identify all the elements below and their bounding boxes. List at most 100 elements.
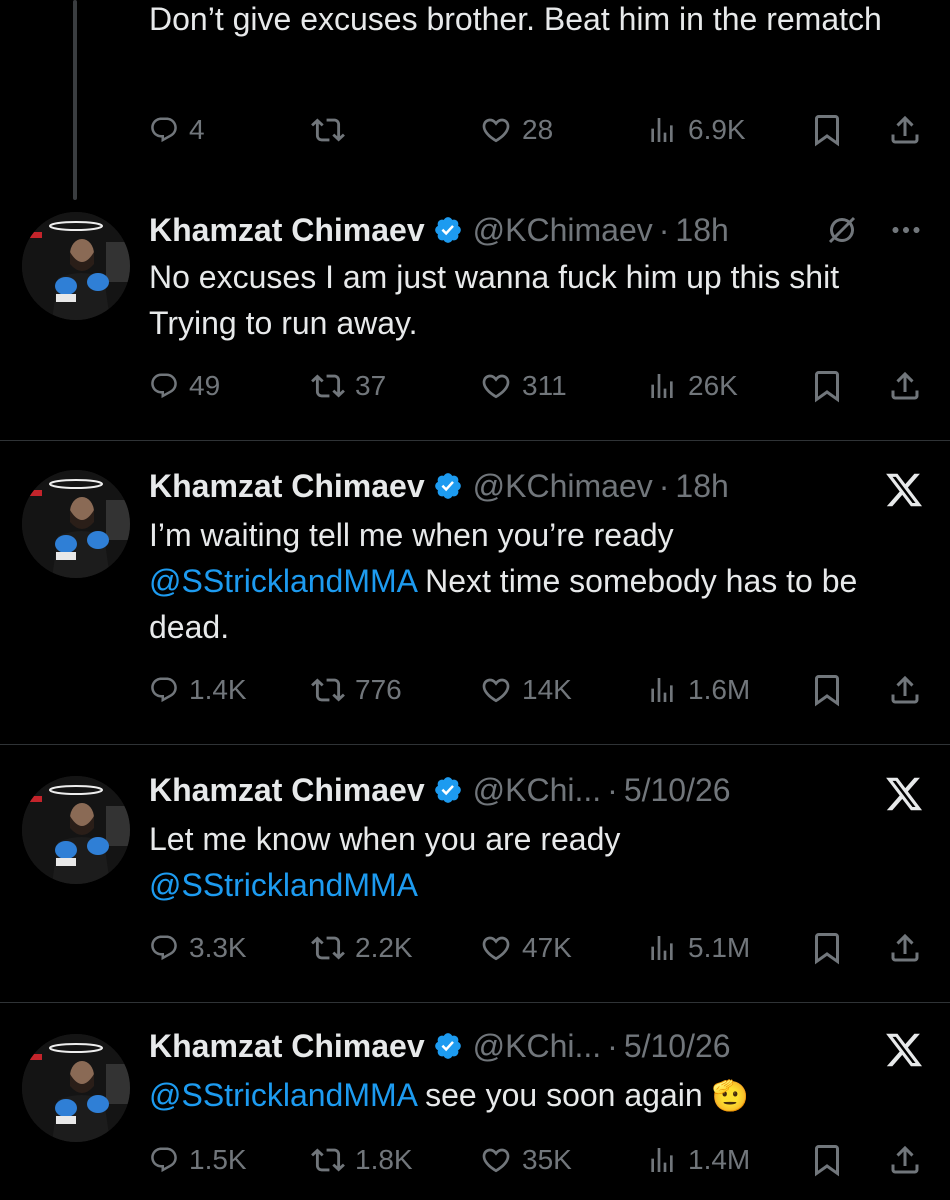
- separator-dot: ·: [658, 211, 670, 248]
- reply-count: 49: [189, 370, 221, 401]
- mention-link[interactable]: @SStricklandMMA: [149, 1077, 416, 1113]
- x-logo-button[interactable]: [884, 1030, 924, 1075]
- handle[interactable]: @KChi...: [473, 1028, 602, 1065]
- handle[interactable]: @KChimaev: [473, 468, 653, 505]
- reply-count: 3.3K: [189, 932, 247, 963]
- display-name[interactable]: Khamzat Chimaev: [149, 212, 425, 249]
- share-button[interactable]: [887, 110, 923, 150]
- share-icon: [887, 112, 923, 148]
- x-logo-icon: [884, 470, 924, 510]
- bookmark-button[interactable]: [809, 928, 845, 968]
- repost-count: 37: [355, 370, 387, 401]
- tweet-actions: 3.3K 2.2K 47K 5.1M: [149, 928, 929, 968]
- reply-button[interactable]: 49: [149, 366, 220, 406]
- like-button[interactable]: 35K: [480, 1140, 572, 1180]
- handle[interactable]: @KChimaev: [473, 212, 653, 249]
- tweet-text: I’m waiting tell me when you’re ready @S…: [149, 512, 929, 650]
- like-count: 311: [522, 370, 567, 401]
- views-chart-icon: [646, 370, 678, 402]
- display-name[interactable]: Khamzat Chimaev: [149, 1028, 425, 1065]
- divider: [0, 440, 950, 441]
- saluting-face-emoji: 🫡: [711, 1080, 749, 1113]
- share-button[interactable]: [887, 670, 923, 710]
- grok-button[interactable]: [824, 212, 860, 253]
- bookmark-button[interactable]: [809, 366, 845, 406]
- bookmark-icon: [809, 672, 845, 708]
- timestamp[interactable]: 5/10/26: [624, 1028, 731, 1065]
- mention-link[interactable]: @SStricklandMMA: [149, 867, 418, 903]
- repost-button[interactable]: 776: [311, 670, 402, 710]
- heart-icon: [480, 1144, 512, 1176]
- x-logo-button[interactable]: [884, 774, 924, 819]
- separator-dot: ·: [658, 467, 670, 504]
- x-logo-icon: [884, 1030, 924, 1070]
- views-button[interactable]: 5.1M: [646, 928, 750, 968]
- tweet-text-part: see you soon again: [416, 1077, 703, 1113]
- tweet-actions: 1.5K 1.8K 35K 1.4M: [149, 1140, 929, 1180]
- tweet-header: Khamzat Chimaev @KChimaev · 18h: [149, 466, 729, 506]
- share-icon: [887, 368, 923, 404]
- repost-button[interactable]: 2.2K: [311, 928, 413, 968]
- more-dots-icon: [888, 212, 924, 248]
- handle[interactable]: @KChi...: [473, 772, 602, 809]
- x-logo-button[interactable]: [884, 470, 924, 515]
- share-button[interactable]: [887, 928, 923, 968]
- reply-icon: [149, 933, 179, 963]
- timestamp[interactable]: 18h: [675, 212, 728, 249]
- reply-button[interactable]: 1.4K: [149, 670, 247, 710]
- repost-button[interactable]: 37: [311, 366, 386, 406]
- reply-button[interactable]: 3.3K: [149, 928, 247, 968]
- divider: [0, 744, 950, 745]
- reply-button[interactable]: 4: [149, 110, 205, 150]
- reply-button[interactable]: 1.5K: [149, 1140, 247, 1180]
- avatar[interactable]: [22, 212, 130, 320]
- repost-button[interactable]: 1.8K: [311, 1140, 413, 1180]
- tweet-actions: 49 37 311 26K: [149, 366, 929, 406]
- bookmark-button[interactable]: [809, 110, 845, 150]
- heart-icon: [480, 114, 512, 146]
- reply-count: 1.4K: [189, 674, 247, 705]
- tweet-header: Khamzat Chimaev @KChi... · 5/10/26: [149, 1026, 731, 1066]
- avatar[interactable]: [22, 470, 130, 578]
- display-name[interactable]: Khamzat Chimaev: [149, 468, 425, 505]
- display-name[interactable]: Khamzat Chimaev: [149, 772, 425, 809]
- heart-icon: [480, 370, 512, 402]
- tweet-text-part: Let me know when you are ready: [149, 821, 621, 857]
- mention-link[interactable]: @SStricklandMMA: [149, 563, 416, 599]
- bookmark-button[interactable]: [809, 670, 845, 710]
- like-button[interactable]: 311: [480, 366, 567, 406]
- timestamp[interactable]: 18h: [675, 468, 728, 505]
- avatar[interactable]: [22, 776, 130, 884]
- verified-badge-icon: [433, 471, 463, 501]
- tweet-text: No excuses I am just wanna fuck him up t…: [149, 259, 840, 341]
- views-button[interactable]: 1.4M: [646, 1140, 750, 1180]
- repost-icon: [311, 673, 345, 707]
- views-button[interactable]: 6.9K: [646, 110, 746, 150]
- share-button[interactable]: [887, 1140, 923, 1180]
- share-button[interactable]: [887, 366, 923, 406]
- repost-count: 1.8K: [355, 1144, 413, 1175]
- reply-icon: [149, 1145, 179, 1175]
- verified-badge-icon: [433, 775, 463, 805]
- views-button[interactable]: 26K: [646, 366, 738, 406]
- repost-count: 776: [355, 674, 402, 705]
- heart-icon: [480, 674, 512, 706]
- avatar[interactable]: [22, 1034, 130, 1142]
- tweet-header: Khamzat Chimaev @KChimaev · 18h: [149, 210, 729, 250]
- view-count: 6.9K: [688, 114, 746, 145]
- like-button[interactable]: 14K: [480, 670, 572, 710]
- share-icon: [887, 1142, 923, 1178]
- like-button[interactable]: 28: [480, 110, 553, 150]
- repost-button[interactable]: [311, 110, 345, 150]
- tweet-text: @SStricklandMMA see you soon again 🫡: [149, 1072, 929, 1120]
- reply-icon: [149, 675, 179, 705]
- more-options-button[interactable]: [888, 212, 924, 253]
- bookmark-button[interactable]: [809, 1140, 845, 1180]
- views-button[interactable]: 1.6M: [646, 670, 750, 710]
- tweet-header: Khamzat Chimaev @KChi... · 5/10/26: [149, 770, 731, 810]
- like-button[interactable]: 47K: [480, 928, 572, 968]
- timestamp[interactable]: 5/10/26: [624, 772, 731, 809]
- share-icon: [887, 930, 923, 966]
- reply-count: 4: [189, 114, 205, 145]
- divider: [0, 1002, 950, 1003]
